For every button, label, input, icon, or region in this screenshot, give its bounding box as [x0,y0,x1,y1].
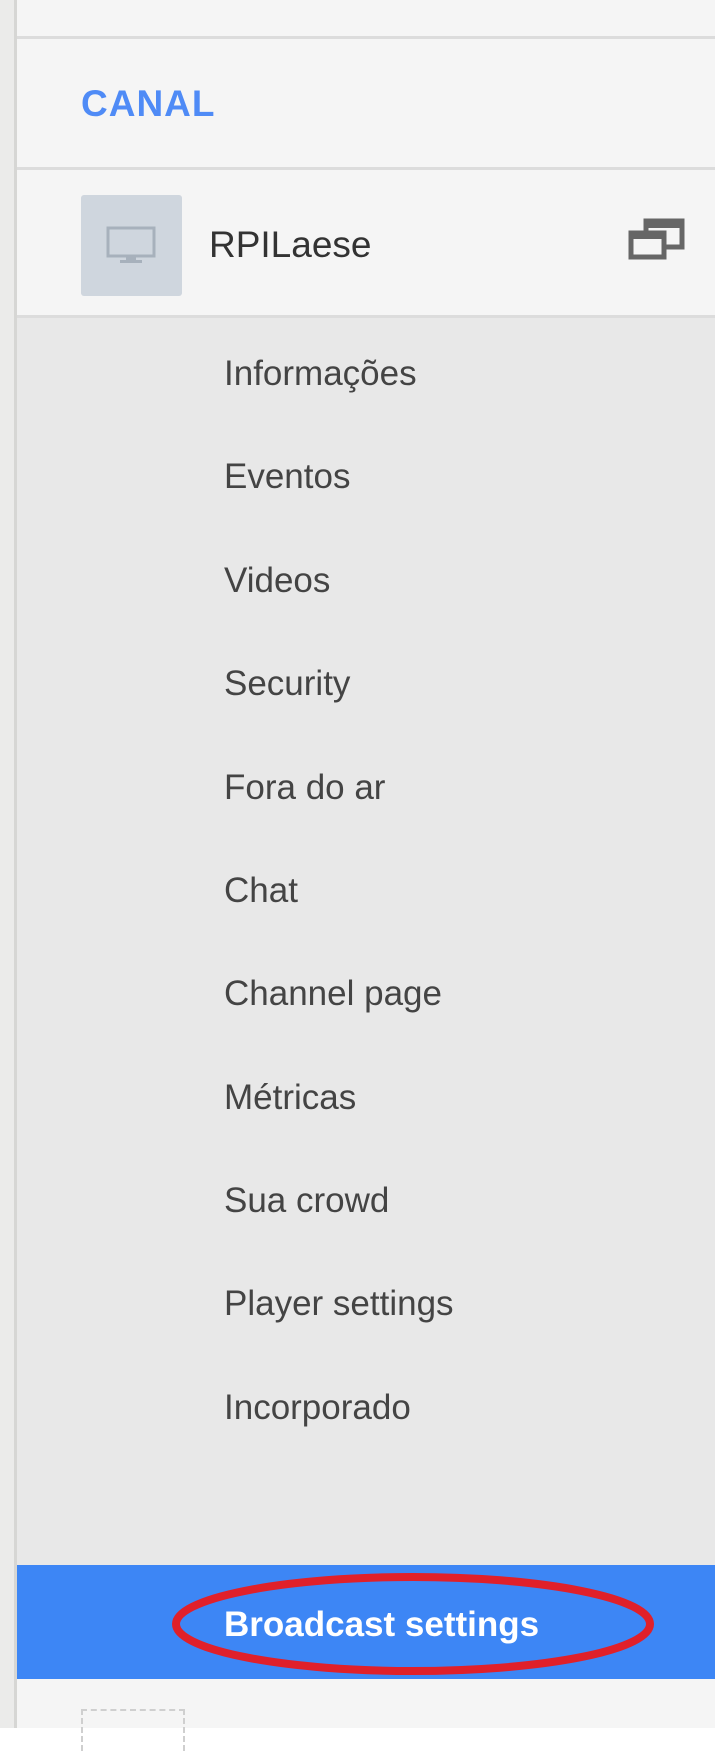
channel-menu: Informações Eventos Videos Security Fora… [17,318,715,1565]
menu-item-label: Security [224,664,351,703]
menu-item-label: Chat [224,871,298,910]
menu-item-chat[interactable]: Chat [17,835,715,948]
menu-item-label-active: Broadcast settings [224,1605,540,1644]
menu-item-eventos[interactable]: Eventos [17,421,715,534]
menu-item-broadcast-settings[interactable]: Broadcast settings [17,1565,715,1679]
app-frame: CANAL RPILaese Informações Eventos Video… [0,0,715,1751]
channel-header[interactable]: RPILaese [17,170,715,318]
menu-item-label: Player settings [224,1284,454,1323]
menu-item-security[interactable]: Security [17,628,715,741]
open-in-new-window-icon[interactable] [627,217,687,263]
panel-top-bar [17,0,715,39]
menu-item-label: Fora do ar [224,768,386,807]
sidebar-panel: CANAL RPILaese Informações Eventos Video… [17,0,715,1751]
panel-footer [17,1679,715,1751]
menu-item-videos[interactable]: Videos [17,525,715,638]
channel-avatar [81,195,182,296]
menu-item-informacoes[interactable]: Informações [17,318,715,431]
menu-item-player-settings[interactable]: Player settings [17,1248,715,1361]
menu-item-label: Eventos [224,457,351,496]
menu-item-sua-crowd[interactable]: Sua crowd [17,1145,715,1258]
section-header: CANAL [17,39,715,170]
menu-item-fora-do-ar[interactable]: Fora do ar [17,732,715,845]
menu-item-label: Incorporado [224,1388,411,1427]
channel-name: RPILaese [209,224,372,265]
left-border [0,0,17,1728]
menu-item-incorporado[interactable]: Incorporado [17,1352,715,1465]
menu-item-label: Informações [224,354,417,393]
placeholder-box [81,1709,185,1751]
section-title: CANAL [81,83,216,124]
menu-item-label: Métricas [224,1078,357,1117]
menu-item-label: Sua crowd [224,1181,390,1220]
monitor-icon [106,226,156,263]
menu-item-metricas[interactable]: Métricas [17,1042,715,1155]
menu-item-label: Videos [224,561,331,600]
menu-item-label: Channel page [224,974,442,1013]
menu-item-channel-page[interactable]: Channel page [17,938,715,1051]
